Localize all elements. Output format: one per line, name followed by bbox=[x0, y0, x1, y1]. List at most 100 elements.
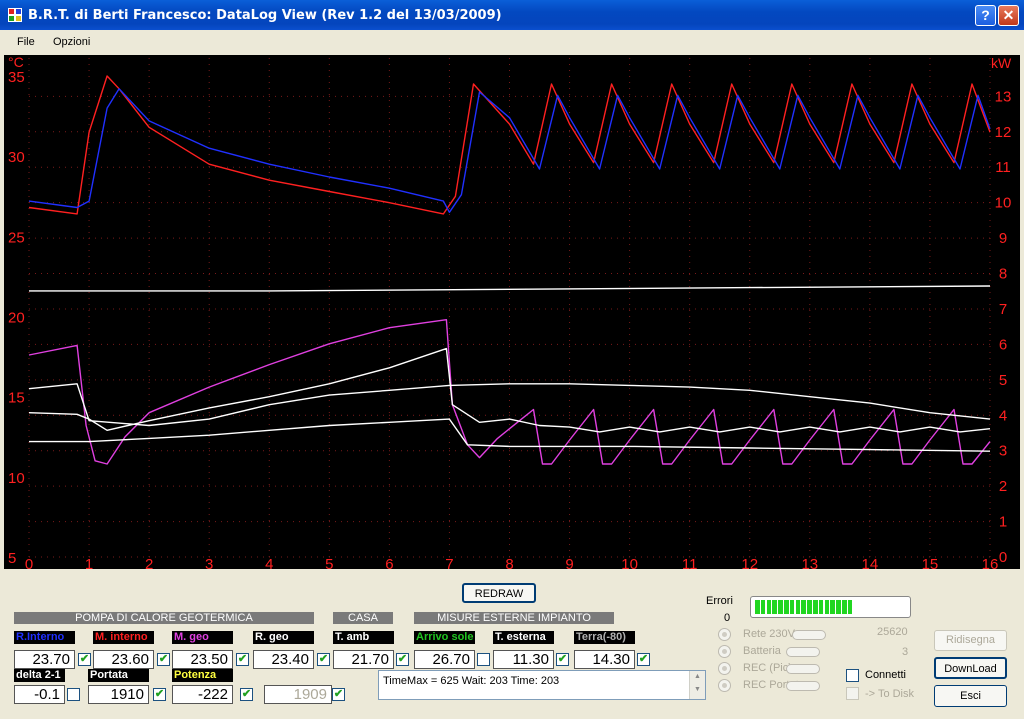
esci-button[interactable]: Esci bbox=[934, 685, 1007, 707]
right-tick-label: 12 bbox=[995, 124, 1012, 141]
right-unit-label: kW bbox=[991, 55, 1012, 71]
x-tick-label: 9 bbox=[565, 556, 573, 573]
app-icon bbox=[8, 8, 22, 22]
to-disk-label: -> To Disk bbox=[865, 688, 915, 700]
x-tick-label: 1 bbox=[85, 556, 93, 573]
left-unit-label: °C bbox=[8, 54, 24, 70]
r-interno-checkbox[interactable]: ✔ bbox=[78, 653, 91, 666]
r-geo-value: 23.40 bbox=[253, 650, 314, 669]
status-label: Rete 230V bbox=[743, 628, 795, 640]
section-misure: MISURE ESTERNE IMPIANTO bbox=[414, 612, 614, 624]
x-tick-label: 14 bbox=[862, 556, 879, 573]
redraw-button[interactable]: REDRAW bbox=[462, 583, 536, 603]
left-tick-label: 5 bbox=[8, 550, 16, 567]
errors-label: Errori bbox=[706, 595, 733, 607]
t-amb-value: 21.70 bbox=[333, 650, 394, 669]
x-tick-label: 13 bbox=[801, 556, 818, 573]
portata-value: 1910 bbox=[88, 685, 149, 704]
x-tick-label: 8 bbox=[505, 556, 513, 573]
m-geo-checkbox[interactable]: ✔ bbox=[236, 653, 249, 666]
status-toggle bbox=[786, 681, 820, 691]
progress-segment bbox=[847, 600, 853, 614]
window-title: B.R.T. di Berti Francesco: DataLog View … bbox=[28, 8, 502, 23]
status-toggle bbox=[786, 647, 820, 657]
right-tick-label: 4 bbox=[999, 407, 1007, 424]
connetti-label: Connetti bbox=[865, 669, 906, 681]
right-tick-label: 9 bbox=[999, 230, 1007, 247]
progress-segment bbox=[842, 600, 847, 614]
progress-segment bbox=[772, 600, 777, 614]
potenza-checkbox[interactable]: ✔ bbox=[240, 688, 253, 701]
right-tick-label: 2 bbox=[999, 478, 1007, 495]
right-tick-label: 5 bbox=[999, 372, 1007, 389]
x-tick-label: 12 bbox=[741, 556, 758, 573]
progress-segment bbox=[795, 600, 801, 614]
t-esterna-value: 11.30 bbox=[493, 650, 554, 669]
t-esterna-label: T. esterna bbox=[493, 631, 554, 644]
progress-segment bbox=[789, 600, 795, 614]
m-interno-checkbox[interactable]: ✔ bbox=[157, 653, 170, 666]
progress-segment bbox=[830, 600, 835, 614]
progress-segment bbox=[836, 600, 841, 614]
status-toggle bbox=[786, 664, 820, 674]
t-amb-label: T. amb bbox=[333, 631, 394, 644]
potenza-value: -222 bbox=[172, 685, 233, 704]
ridisegna-button[interactable]: Ridisegna bbox=[934, 630, 1007, 651]
potenza-label: Potenza bbox=[172, 669, 233, 682]
x-tick-label: 6 bbox=[385, 556, 393, 573]
help-button[interactable]: ? bbox=[975, 5, 996, 26]
arrivo-sole-value: 26.70 bbox=[414, 650, 475, 669]
status-indicator bbox=[718, 662, 731, 675]
progress-segment bbox=[801, 600, 806, 614]
terra-value: 14.30 bbox=[574, 650, 635, 669]
menu-options[interactable]: Opzioni bbox=[53, 36, 90, 48]
x-tick-label: 2 bbox=[145, 556, 153, 573]
t-amb-checkbox[interactable]: ✔ bbox=[396, 653, 409, 666]
right-tick-label: 11 bbox=[995, 159, 1011, 176]
status-label: Batteria bbox=[743, 645, 781, 657]
connetti-checkbox[interactable] bbox=[846, 669, 859, 682]
to-disk-checkbox[interactable] bbox=[846, 687, 859, 700]
arrivo-sole-checkbox[interactable] bbox=[477, 653, 490, 666]
right-tick-label: 8 bbox=[999, 266, 1007, 283]
portata-checkbox[interactable]: ✔ bbox=[153, 688, 166, 701]
right-tick-label: 10 bbox=[995, 195, 1012, 212]
x-tick-label: 4 bbox=[265, 556, 273, 573]
log-scrollbar[interactable]: ▲ ▼ bbox=[689, 671, 705, 699]
x-tick-label: 7 bbox=[445, 556, 453, 573]
x-tick-label: 16 bbox=[982, 556, 999, 573]
status-indicator bbox=[718, 628, 731, 641]
progress-segment bbox=[766, 600, 772, 614]
portata-label: Portata bbox=[88, 669, 149, 682]
r-geo-checkbox[interactable]: ✔ bbox=[317, 653, 330, 666]
close-button[interactable]: ✕ bbox=[998, 5, 1019, 26]
delta-checkbox[interactable] bbox=[67, 688, 80, 701]
progress-segment bbox=[818, 600, 824, 614]
progress-segment bbox=[807, 600, 812, 614]
menu-bar: File Opzioni bbox=[0, 31, 1024, 53]
r-interno-label: R.Interno bbox=[14, 631, 75, 644]
m-geo-value: 23.50 bbox=[172, 650, 233, 669]
progress-segment bbox=[755, 600, 760, 614]
counter-2: 3 bbox=[902, 646, 909, 658]
m-interno-value: 23.60 bbox=[93, 650, 154, 669]
progress-segment bbox=[824, 600, 830, 614]
log-box[interactable]: TimeMax = 625 Wait: 203 Time: 203 ▲ ▼ bbox=[378, 670, 706, 700]
left-tick-label: 25 bbox=[8, 229, 25, 246]
menu-file[interactable]: File bbox=[17, 36, 35, 48]
right-tick-label: 0 bbox=[999, 549, 1007, 566]
t-esterna-checkbox[interactable]: ✔ bbox=[556, 653, 569, 666]
progress-segment bbox=[760, 600, 766, 614]
download-button[interactable]: DownLoad bbox=[934, 657, 1007, 679]
terra-label: Terra(-80) bbox=[574, 631, 635, 644]
terra-checkbox[interactable]: ✔ bbox=[637, 653, 650, 666]
arrivo-sole-label: Arrivo sole bbox=[414, 631, 475, 644]
m-geo-label: M. geo bbox=[172, 631, 233, 644]
errors-value: 0 bbox=[724, 612, 731, 624]
x-tick-label: 5 bbox=[325, 556, 333, 573]
progress-segment bbox=[813, 600, 818, 614]
right-tick-label: 3 bbox=[999, 443, 1007, 460]
status-indicator bbox=[718, 679, 731, 692]
extra-checkbox[interactable]: ✔ bbox=[332, 688, 345, 701]
progress-bar bbox=[750, 596, 911, 618]
